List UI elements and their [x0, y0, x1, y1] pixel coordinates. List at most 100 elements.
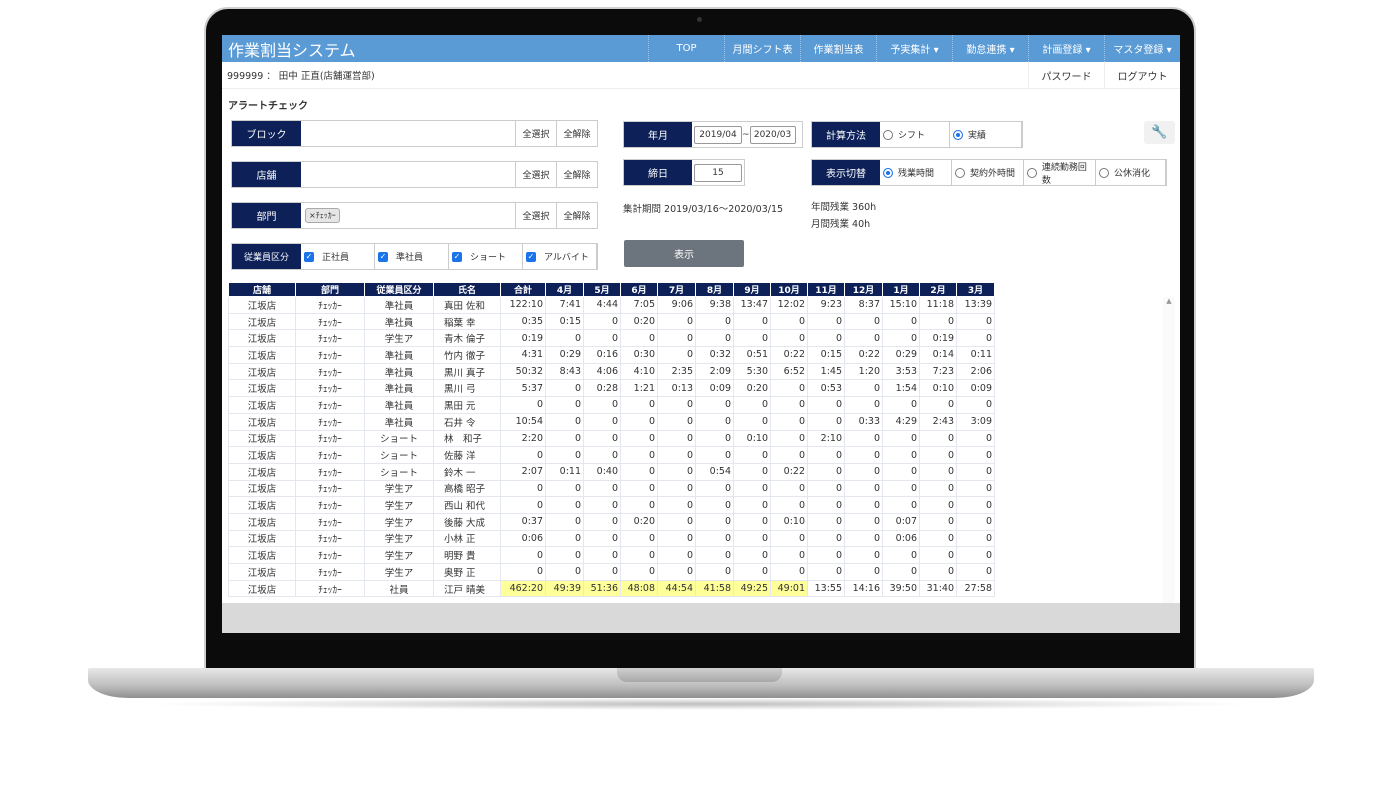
checkbox-checked-icon[interactable]: ✓	[452, 251, 462, 262]
column-header[interactable]: 3月	[956, 282, 995, 297]
radio-unselected-icon[interactable]	[883, 129, 893, 140]
table-cell: 0	[956, 563, 995, 581]
column-header[interactable]: 従業員区分	[364, 282, 434, 297]
table-row[interactable]: 江坂店 ﾁｪｯｶｰ 学生ア 西山 和代 0 0 0 0 0 0 0 0 0 0 0 0 0	[228, 496, 995, 514]
table-cell: 小林 正	[433, 529, 501, 548]
nav-item[interactable]: 作業割当表	[800, 35, 876, 62]
radio-unselected-icon[interactable]	[955, 167, 965, 178]
column-header[interactable]: 9月	[733, 282, 771, 297]
app-title[interactable]: 作業割当システム	[222, 37, 648, 61]
radio-option[interactable]: 契約外時間	[952, 160, 1024, 185]
table-row[interactable]: 江坂店 ﾁｪｯｶｰ 準社員 黒川 真子 50:32 8:43 4:06 4:10 2:35 2:0…	[228, 362, 995, 381]
column-header[interactable]: 8月	[695, 282, 734, 297]
table-row[interactable]: 江坂店 ﾁｪｯｶｰ 社員 江戸 晴美 462:20 49:39 51:36 48:08 44:5…	[228, 579, 995, 598]
radio-option[interactable]: シフト	[880, 122, 950, 147]
radio-option[interactable]: 連続勤務回数	[1024, 160, 1096, 186]
scroll-up-icon[interactable]: ▲	[1163, 297, 1175, 305]
table-row[interactable]: 江坂店 ﾁｪｯｶｰ 学生ア 奥野 正0000000000000	[228, 563, 995, 581]
dept-clear-all-button[interactable]: 全解除	[556, 203, 597, 228]
password-link[interactable]: パスワード	[1028, 61, 1104, 89]
table-cell: 0	[545, 496, 584, 514]
show-button[interactable]: 表示	[624, 240, 744, 267]
store-clear-all-button[interactable]: 全解除	[556, 162, 597, 187]
table-row[interactable]: 江坂店 ﾁｪｯｶｰ 準社員 真田 佐和 122:10 7:41 4:44 7:05 9:06 9:…	[228, 296, 995, 314]
nav-item[interactable]: 月間シフト表	[724, 35, 800, 62]
table-row[interactable]: 江坂店 ﾁｪｯｶｰ 準社員 石井 令 10:54 0 0 0 0 0 0 0 0 0:33 4:29 2:43…	[228, 412, 995, 431]
year-month-from-input[interactable]: 2019/04	[694, 125, 742, 144]
store-select-all-button[interactable]: 全選択	[515, 162, 556, 187]
radio-selected-icon[interactable]	[953, 129, 963, 140]
store-filter: 店舗 全選択 全解除	[231, 161, 598, 188]
column-header[interactable]: 5月	[583, 282, 621, 297]
column-header[interactable]: 店舗	[228, 282, 296, 297]
table-cell: 準社員	[364, 312, 434, 331]
block-select[interactable]	[301, 121, 515, 146]
column-header[interactable]: 7月	[657, 282, 696, 297]
column-header[interactable]: 2月	[919, 282, 957, 297]
column-header[interactable]: 10月	[770, 282, 808, 297]
year-month-to-input[interactable]: 2020/03	[749, 125, 796, 144]
emp-type-option[interactable]: ✓ 正社員	[301, 244, 375, 269]
column-header[interactable]: 1月	[882, 282, 920, 297]
radio-option[interactable]: 残業時間	[880, 160, 952, 185]
dept-tag[interactable]: ×ﾁｪｯｶｰ	[305, 208, 340, 223]
table-cell: 0	[770, 329, 808, 348]
table-row[interactable]: 江坂店 ﾁｪｯｶｰ 学生ア 明野 貴0000000000000	[228, 546, 995, 564]
table-cell: 江坂店	[228, 446, 296, 464]
radio-selected-icon[interactable]	[883, 167, 893, 178]
block-clear-all-button[interactable]: 全解除	[556, 121, 597, 146]
radio-option[interactable]: 公休消化	[1096, 160, 1166, 185]
table-cell: 学生ア	[364, 512, 434, 531]
table-row[interactable]: 江坂店 ﾁｪｯｶｰ 準社員 竹内 徹子 4:31 0:29 0:16 0:30 0 0:32 0:5…	[228, 346, 995, 364]
nav-item[interactable]: マスタ登録 ▾	[1104, 35, 1180, 62]
store-select[interactable]	[301, 162, 515, 187]
radio-unselected-icon[interactable]	[1027, 167, 1037, 178]
table-row[interactable]: 江坂店 ﾁｪｯｶｰ ショート 佐藤 洋0000000000000	[228, 446, 995, 464]
dept-select[interactable]: ×ﾁｪｯｶｰ	[301, 203, 515, 228]
table-row[interactable]: 江坂店 ﾁｪｯｶｰ 準社員 黒川 弓 5:37 0 0:28 1:21 0:13 0:09 0:20…	[228, 379, 995, 398]
emp-type-option[interactable]: ✓ ショート	[449, 244, 523, 269]
nav-item[interactable]: 計画登録 ▾	[1028, 35, 1104, 62]
table-cell: 0:11	[956, 346, 995, 364]
column-header[interactable]: 11月	[807, 282, 845, 297]
table-cell: 0	[956, 312, 995, 331]
table-cell: 39:50	[882, 579, 920, 598]
table-cell: 江坂店	[228, 412, 296, 431]
emp-type-option[interactable]: ✓ 準社員	[375, 244, 449, 269]
dept-select-all-button[interactable]: 全選択	[515, 203, 556, 228]
calc-method-options: シフト 実績	[880, 122, 1022, 147]
radio-option[interactable]: 実績	[950, 122, 1022, 147]
table-row[interactable]: 江坂店 ﾁｪｯｶｰ 学生ア 高橋 昭子 0 0 0 0 0 0 0 0 0 0 0 0 0	[228, 479, 995, 498]
table-scrollbar[interactable]: ▲	[1163, 297, 1175, 603]
table-row[interactable]: 江坂店 ﾁｪｯｶｰ ショート林 和子 2:20 0 0 0 0 0 0:10 0 2:10 0 0 0 0	[228, 429, 995, 448]
block-filter: ブロック 全選択 全解除	[231, 120, 598, 147]
block-select-all-button[interactable]: 全選択	[515, 121, 556, 146]
table-row[interactable]: 江坂店 ﾁｪｯｶｰ 準社員 稲葉 幸 0:35 0:15 0 0:20 0 0 0 0 0 0 0 0 0	[228, 312, 995, 331]
nav-item[interactable]: 勤怠連携 ▾	[952, 35, 1028, 62]
cutoff-input[interactable]: 15	[694, 163, 742, 182]
nav-item[interactable]: TOP	[648, 35, 724, 62]
column-header[interactable]: 4月	[545, 282, 584, 297]
logout-link[interactable]: ログアウト	[1104, 61, 1180, 89]
column-header[interactable]: 合計	[500, 282, 546, 297]
column-header[interactable]: 氏名	[433, 282, 501, 297]
settings-button[interactable]: 🔧	[1144, 121, 1175, 144]
table-cell: 0	[500, 496, 546, 514]
table-cell: 0	[545, 512, 584, 531]
column-header[interactable]: 6月	[620, 282, 658, 297]
table-cell: 0:19	[500, 329, 546, 348]
table-row[interactable]: 江坂店 ﾁｪｯｶｰ 学生ア 青木 倫子 0:19 0 0 0 0 0 0 0 0 0 0 0:19 0	[228, 329, 995, 348]
checkbox-checked-icon[interactable]: ✓	[304, 251, 314, 262]
checkbox-checked-icon[interactable]: ✓	[526, 251, 536, 262]
radio-unselected-icon[interactable]	[1099, 167, 1109, 178]
nav-item[interactable]: 予実集計 ▾	[876, 35, 952, 62]
table-row[interactable]: 江坂店 ﾁｪｯｶｰ 学生ア 小林 正 0:06 0 0 0 0 0 0 0 0 0 0:06 0 0	[228, 529, 995, 548]
table-cell: 462:20	[500, 579, 546, 598]
column-header[interactable]: 部門	[295, 282, 365, 297]
table-row[interactable]: 江坂店 ﾁｪｯｶｰ ショート 鈴木 一 2:07 0:11 0:40 0 0 0:54 0 0:22 0…	[228, 462, 995, 481]
column-header[interactable]: 12月	[844, 282, 883, 297]
table-row[interactable]: 江坂店 ﾁｪｯｶｰ 準社員 黒田 元0000000000000	[228, 396, 995, 414]
emp-type-option[interactable]: ✓ アルバイト	[523, 244, 597, 269]
table-row[interactable]: 江坂店 ﾁｪｯｶｰ 学生ア 後藤 大成 0:37 0 0 0:20 0 0 0 0:10 0 0 0:07 0…	[228, 512, 995, 531]
checkbox-checked-icon[interactable]: ✓	[378, 251, 388, 262]
